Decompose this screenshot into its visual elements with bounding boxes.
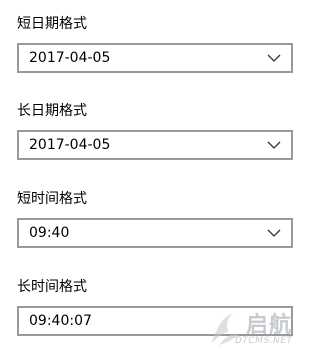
- watermark-title: 启航: [246, 313, 293, 338]
- short-time-dropdown[interactable]: 09:40: [17, 218, 293, 248]
- short-time-group: 短时间格式 09:40: [17, 189, 293, 248]
- long-time-label: 长时间格式: [17, 279, 87, 295]
- chevron-down-icon: [267, 54, 281, 62]
- site-watermark: 启航 DTCMS.NET: [205, 303, 309, 351]
- short-date-dropdown[interactable]: 2017-04-05: [17, 43, 293, 73]
- short-date-value: 2017-04-05: [29, 50, 111, 66]
- long-date-label: 长日期格式: [17, 103, 87, 119]
- long-time-value: 09:40:07: [29, 313, 92, 329]
- chevron-down-icon: [267, 141, 281, 149]
- long-date-value: 2017-04-05: [29, 137, 111, 153]
- short-date-label: 短日期格式: [17, 16, 87, 32]
- short-date-group: 短日期格式 2017-04-05: [17, 14, 293, 73]
- long-time-group: 长时间格式 09:40:07: [17, 277, 293, 336]
- short-time-value: 09:40: [29, 225, 70, 241]
- short-time-label: 短时间格式: [17, 191, 87, 207]
- long-date-dropdown[interactable]: 2017-04-05: [17, 130, 293, 160]
- long-date-group: 长日期格式 2017-04-05: [17, 101, 293, 160]
- chevron-down-icon: [267, 229, 281, 237]
- watermark-subtitle: DTCMS.NET: [235, 336, 293, 346]
